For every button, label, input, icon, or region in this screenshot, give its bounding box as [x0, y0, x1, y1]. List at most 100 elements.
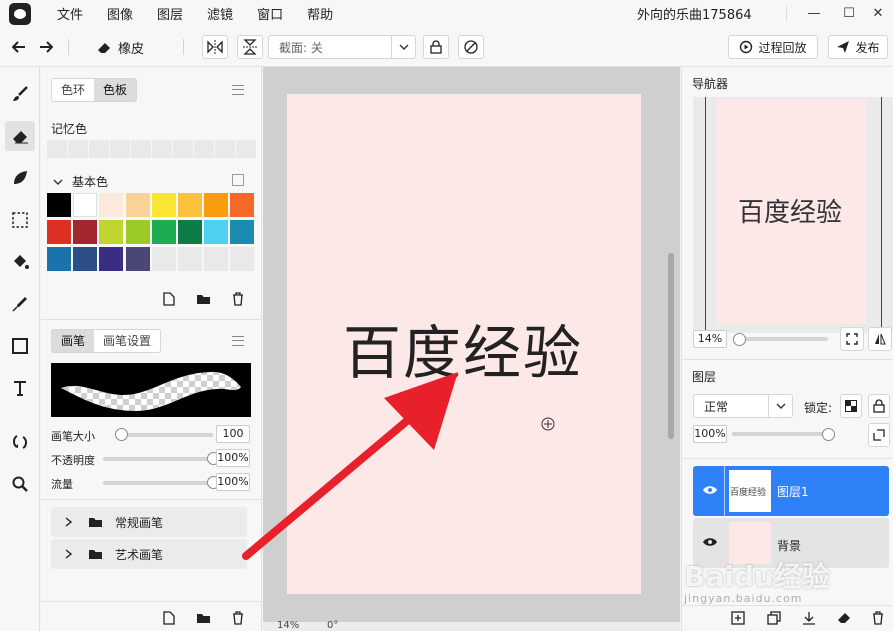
- color-panel-menu-icon[interactable]: [232, 85, 244, 95]
- recent-color-slot[interactable]: [215, 140, 235, 158]
- recent-color-slot[interactable]: [131, 140, 151, 158]
- replay-button[interactable]: 过程回放: [728, 35, 818, 59]
- empty-swatch-slot[interactable]: [151, 247, 176, 271]
- color-swatch[interactable]: [230, 193, 255, 217]
- trash-icon[interactable]: [230, 291, 246, 307]
- empty-swatch-slot[interactable]: [178, 247, 202, 271]
- brush-size-knob[interactable]: [114, 428, 128, 441]
- recent-color-slot[interactable]: [68, 140, 88, 158]
- brush-panel-menu-icon[interactable]: [232, 336, 244, 346]
- fill-tool[interactable]: [5, 247, 35, 277]
- color-swatch[interactable]: [99, 193, 124, 217]
- color-swatch[interactable]: [99, 247, 124, 271]
- publish-button[interactable]: 发布: [828, 35, 888, 59]
- color-swatch[interactable]: [204, 193, 229, 217]
- close-button[interactable]: ✕: [860, 0, 893, 27]
- flip-vertical-button[interactable]: [237, 35, 263, 59]
- color-swatch[interactable]: [73, 193, 98, 217]
- brush-folder-regular[interactable]: 常规画笔: [51, 507, 247, 537]
- shape-tool[interactable]: [5, 331, 35, 361]
- duplicate-layer-icon[interactable]: [766, 610, 782, 626]
- menu-help[interactable]: 帮助: [295, 4, 345, 23]
- selection-tool[interactable]: [5, 205, 35, 235]
- layer-opacity-value[interactable]: 100%: [693, 425, 727, 443]
- color-swatch[interactable]: [125, 247, 150, 271]
- recent-color-slot[interactable]: [89, 140, 109, 158]
- eye-icon[interactable]: [702, 536, 718, 548]
- canvas-scrollbar[interactable]: [668, 253, 674, 439]
- recent-color-slot[interactable]: [173, 140, 193, 158]
- brush-size-slider[interactable]: [117, 433, 213, 437]
- navigator-zoom-knob[interactable]: [732, 333, 746, 346]
- eraser-tool-label-button[interactable]: 橡皮: [96, 35, 144, 59]
- menu-file[interactable]: 文件: [45, 4, 95, 23]
- color-swatch[interactable]: [99, 220, 124, 244]
- tab-color-swatches[interactable]: 色板: [94, 79, 137, 101]
- color-swatch[interactable]: [178, 193, 202, 217]
- empty-swatch-slot[interactable]: [230, 247, 255, 271]
- menu-filter[interactable]: 滤镜: [195, 4, 245, 23]
- lock-transparency-button[interactable]: [840, 394, 862, 418]
- navigator-zoom-value[interactable]: 14%: [693, 330, 727, 348]
- minimize-button[interactable]: —: [796, 0, 832, 27]
- color-swatch[interactable]: [178, 220, 202, 244]
- recent-color-slot[interactable]: [194, 140, 214, 158]
- color-swatch[interactable]: [125, 220, 150, 244]
- recent-color-slot[interactable]: [110, 140, 130, 158]
- navigator-view[interactable]: 百度经验: [693, 97, 893, 333]
- color-swatch[interactable]: [73, 220, 98, 244]
- redo-button[interactable]: [36, 35, 56, 59]
- merge-down-icon[interactable]: [801, 610, 817, 626]
- recent-color-slot[interactable]: [236, 140, 256, 158]
- brush-folder-art[interactable]: 艺术画笔: [51, 539, 247, 569]
- tab-color-wheel[interactable]: 色环: [52, 79, 94, 101]
- color-swatch[interactable]: [47, 193, 71, 217]
- recent-color-slot[interactable]: [152, 140, 172, 158]
- eye-icon[interactable]: [702, 484, 718, 496]
- color-swatch[interactable]: [151, 220, 176, 244]
- color-swatch[interactable]: [73, 247, 98, 271]
- mirror-view-button[interactable]: [868, 327, 892, 351]
- menu-image[interactable]: 图像: [95, 4, 145, 23]
- new-brush-icon[interactable]: [161, 610, 177, 626]
- layer-opacity-knob[interactable]: [822, 428, 835, 441]
- color-swatch[interactable]: [47, 247, 71, 271]
- lock-button[interactable]: [423, 35, 449, 59]
- zoom-tool[interactable]: [5, 469, 35, 499]
- brush-tool[interactable]: [5, 79, 35, 109]
- disable-button[interactable]: [458, 35, 484, 59]
- add-swatch-checkbox[interactable]: [232, 174, 244, 186]
- color-swatch[interactable]: [230, 220, 255, 244]
- menu-window[interactable]: 窗口: [245, 4, 295, 23]
- recent-color-slot[interactable]: [47, 140, 67, 158]
- transform-tool[interactable]: [5, 427, 35, 457]
- smudge-tool[interactable]: [5, 163, 35, 193]
- eyedropper-tool[interactable]: [5, 289, 35, 319]
- layer-opacity-slider[interactable]: [732, 432, 828, 436]
- empty-swatch-slot[interactable]: [204, 247, 229, 271]
- text-tool[interactable]: [5, 373, 35, 403]
- clip-mask-button[interactable]: [868, 423, 890, 447]
- undo-button[interactable]: [9, 35, 29, 59]
- new-file-icon[interactable]: [161, 291, 177, 307]
- color-swatch[interactable]: [47, 220, 71, 244]
- trash-icon[interactable]: [870, 610, 886, 626]
- navigator-zoom-slider[interactable]: [734, 337, 828, 341]
- flow-slider[interactable]: [103, 481, 213, 485]
- menu-layer[interactable]: 图层: [145, 4, 195, 23]
- color-swatch[interactable]: [151, 193, 176, 217]
- color-swatch[interactable]: [125, 193, 150, 217]
- clear-layer-icon[interactable]: [836, 610, 852, 626]
- folder-icon[interactable]: [195, 610, 211, 626]
- opacity-slider[interactable]: [103, 457, 213, 461]
- lock-layer-button[interactable]: [868, 394, 890, 418]
- eraser-tool[interactable]: [5, 121, 35, 151]
- fit-screen-button[interactable]: [840, 327, 864, 351]
- color-swatch[interactable]: [204, 220, 229, 244]
- tab-brush[interactable]: 画笔: [52, 330, 95, 352]
- trash-icon[interactable]: [230, 610, 246, 626]
- section-select[interactable]: 截面: 关: [268, 35, 416, 59]
- tab-brush-settings[interactable]: 画笔设置: [94, 330, 160, 352]
- chevron-down-icon[interactable]: [53, 175, 63, 189]
- add-layer-icon[interactable]: [730, 610, 746, 626]
